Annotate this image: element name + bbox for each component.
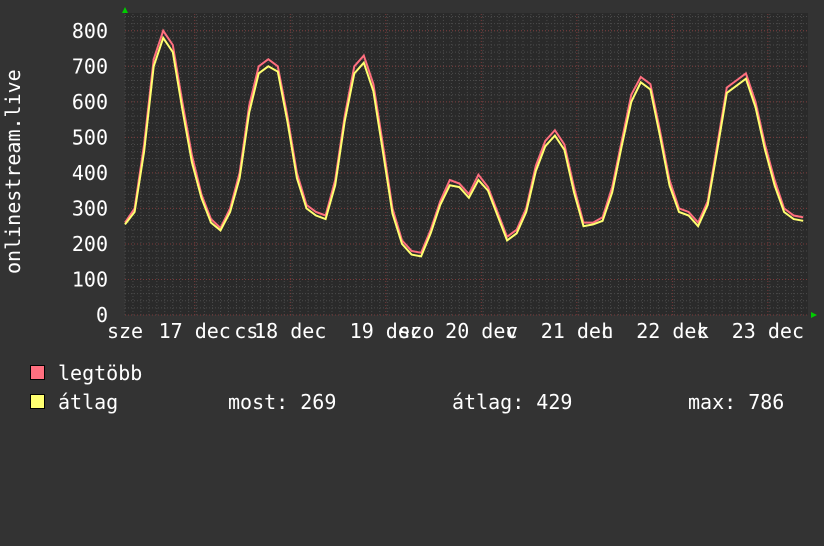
y-tick-label: 100 bbox=[72, 267, 108, 291]
x-tick-label: sze bbox=[107, 319, 143, 343]
y-axis-label: onlinestream.live bbox=[1, 69, 25, 274]
y-tick-label: 600 bbox=[72, 90, 108, 114]
y-tick-label: 200 bbox=[72, 232, 108, 256]
x-tick-label: k bbox=[697, 319, 709, 343]
x-tick-label: szo bbox=[398, 319, 434, 343]
y-axis-arrow-icon bbox=[122, 7, 128, 13]
chart-root: 0 100 200 300 400 500 600 700 800 sze 17 dec cs 18 … bbox=[0, 0, 824, 430]
x-tick-label: v bbox=[506, 319, 518, 343]
x-axis-arrow-icon bbox=[811, 312, 817, 318]
y-tick-label: 300 bbox=[72, 196, 108, 220]
x-tick-label: 18 dec bbox=[254, 319, 326, 343]
y-tick-label: 500 bbox=[72, 125, 108, 149]
x-tick-labels: sze 17 dec cs18 dec 19 decszo 20 decv 21 dech… bbox=[107, 319, 804, 343]
x-tick-label: h bbox=[601, 319, 613, 343]
plot-area bbox=[125, 13, 808, 315]
stat-max: max: 786 bbox=[688, 390, 785, 414]
y-tick-label: 400 bbox=[72, 161, 108, 185]
legend-label-max: legtöbb bbox=[58, 361, 143, 385]
x-tick-label: 23 dec bbox=[732, 319, 804, 343]
legend-row-avg: átlag most: 269 átlag: 429 max: 786 bbox=[30, 391, 820, 413]
stat-avg: átlag: 429 bbox=[452, 390, 573, 414]
legend-row-max: legtöbb bbox=[30, 362, 142, 384]
y-tick-label: 700 bbox=[72, 54, 108, 78]
chart-svg: 0100200300400500600700800 sze 17 dec cs18 … bbox=[1, 7, 817, 343]
legend-label-avg: átlag bbox=[58, 390, 119, 414]
x-tick-label: 17 dec bbox=[159, 319, 231, 343]
y-tick-labels: 0100200300400500600700800 bbox=[72, 19, 108, 327]
stat-now: most: 269 bbox=[228, 390, 337, 414]
legend-swatch-max bbox=[30, 365, 45, 380]
y-tick-label: 800 bbox=[72, 19, 108, 43]
legend-swatch-avg bbox=[30, 394, 45, 409]
